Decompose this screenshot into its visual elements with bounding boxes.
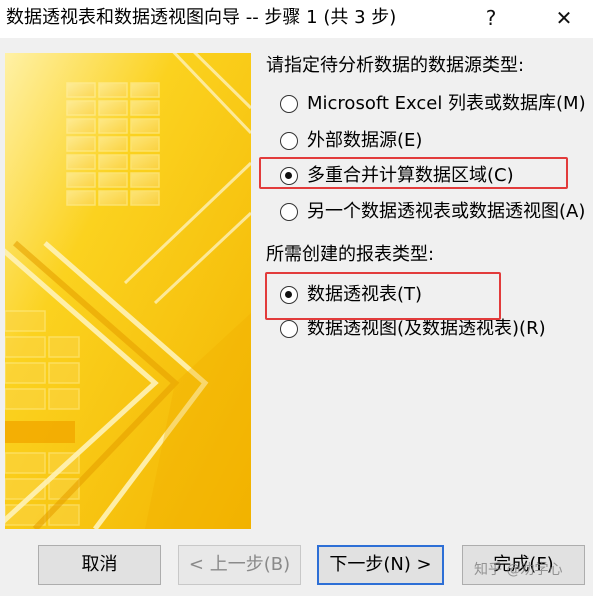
- annotation-highlight: [265, 272, 501, 320]
- cancel-button[interactable]: 取消: [38, 545, 161, 585]
- radio-button[interactable]: [280, 203, 298, 221]
- close-icon[interactable]: ✕: [549, 5, 579, 31]
- next-button[interactable]: 下一步(N) >: [317, 545, 444, 585]
- help-icon[interactable]: ?: [476, 5, 506, 31]
- radio-button[interactable]: [280, 132, 298, 150]
- back-button[interactable]: < 上一步(B): [178, 545, 301, 585]
- wizard-illustration: [5, 53, 251, 529]
- report-type-label: 所需创建的报表类型:: [266, 244, 435, 265]
- annotation-highlight: [259, 157, 568, 189]
- window-title: 数据透视表和数据透视图向导 -- 步骤 1 (共 3 步): [6, 7, 397, 28]
- watermark: 知乎 @劝学心: [474, 562, 563, 578]
- option-label: Microsoft Excel 列表或数据库(M): [307, 93, 586, 114]
- option-label: 数据透视图(及数据透视表)(R): [307, 318, 546, 339]
- radio-button[interactable]: [280, 320, 298, 338]
- option-label: 另一个数据透视表或数据透视图(A): [307, 201, 586, 222]
- radio-button[interactable]: [280, 95, 298, 113]
- title-bar: 数据透视表和数据透视图向导 -- 步骤 1 (共 3 步) ? ✕: [0, 0, 593, 38]
- source-type-label: 请指定待分析数据的数据源类型:: [266, 55, 525, 76]
- option-label: 外部数据源(E): [307, 130, 423, 151]
